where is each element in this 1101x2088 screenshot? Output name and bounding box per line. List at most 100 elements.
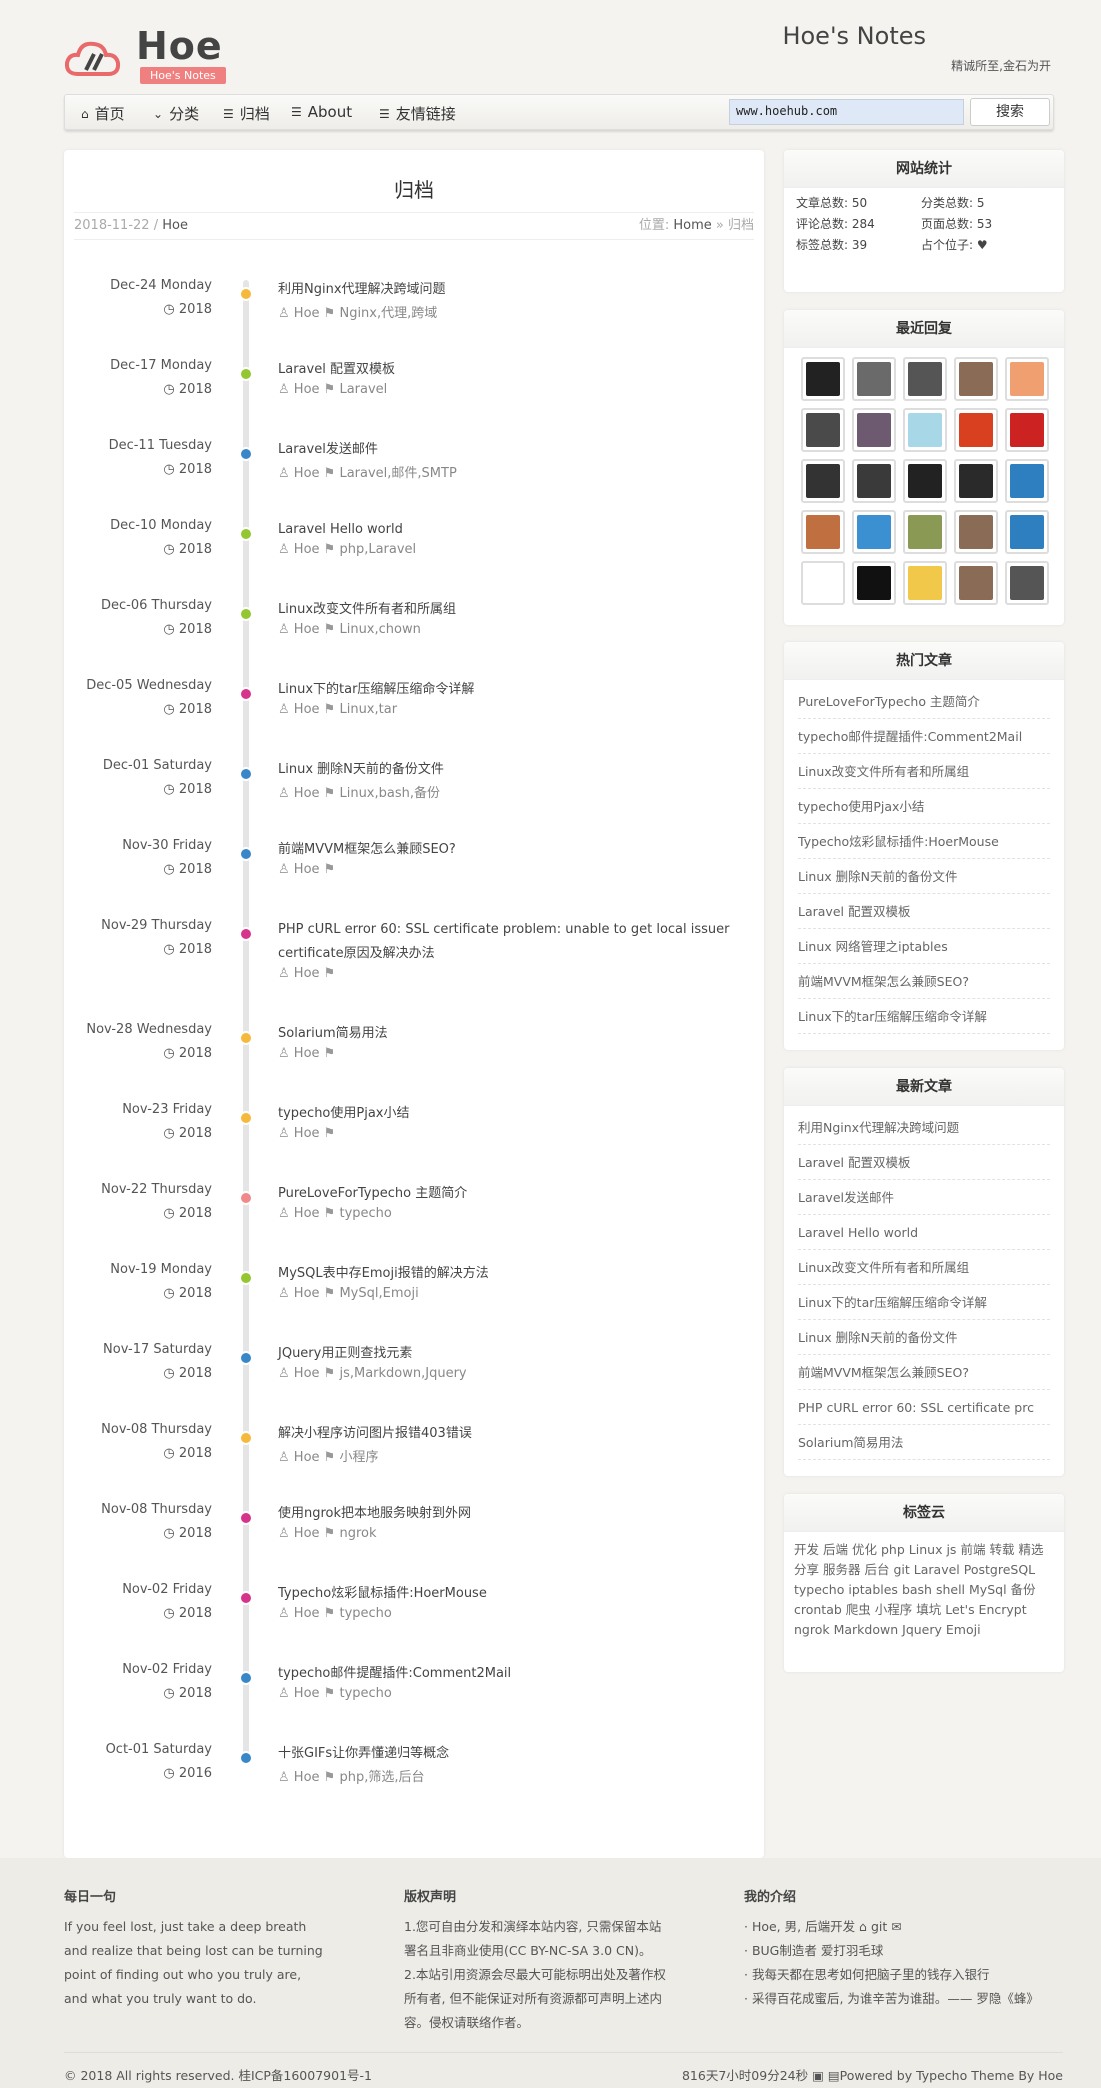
commenter-avatar[interactable] [954,408,998,452]
commenter-avatar[interactable] [903,357,947,401]
entry-title[interactable]: Solarium简易用法 [278,1022,758,1046]
commenter-avatar[interactable] [852,408,896,452]
entry-author[interactable]: Hoe [294,542,320,557]
entry-tags[interactable]: typecho [339,1686,391,1701]
entry-tags[interactable]: Linux,tar [339,702,397,717]
entry-tags[interactable]: typecho [339,1206,391,1221]
tag-link[interactable]: 前端 [960,1542,985,1557]
post-link[interactable]: typecho使用Pjax小结 [798,789,1050,824]
post-link[interactable]: Laravel 配置双模板 [798,894,1050,929]
entry-title[interactable]: Linux改变文件所有者和所属组 [278,598,758,622]
nav-item-links[interactable]: ☰ 友情链接 [379,103,456,124]
entry-tags[interactable]: Linux,chown [339,622,420,637]
tag-link[interactable]: git [894,1562,910,1577]
tag-link[interactable]: 后端 [823,1542,848,1557]
commenter-avatar[interactable] [903,510,947,554]
tag-link[interactable]: Let's Encrypt [945,1602,1026,1617]
tag-link[interactable]: Emoji [946,1622,981,1637]
post-link[interactable]: typecho邮件提醒插件:Comment2Mail [798,719,1050,754]
search-button[interactable]: 搜索 [970,98,1050,126]
tag-link[interactable]: 优化 [852,1542,877,1557]
footer-line[interactable]: · Hoe, 男, 后端开发 ⌂ git ✉ [744,1915,1039,1939]
nav-item-category[interactable]: ⌄ 分类 [153,103,199,124]
entry-title[interactable]: PHP cURL error 60: SSL certificate probl… [278,918,758,966]
tag-link[interactable]: 转载 [989,1542,1014,1557]
commenter-avatar[interactable] [852,459,896,503]
site-logo[interactable]: Hoe Hoe's Notes [64,24,234,84]
post-link[interactable]: Linux 删除N天前的备份文件 [798,859,1050,894]
entry-author[interactable]: Hoe [294,1450,320,1465]
commenter-avatar[interactable] [801,459,845,503]
entry-author[interactable]: Hoe [294,466,320,481]
meta-author[interactable]: Hoe [162,218,188,233]
commenter-avatar[interactable] [954,510,998,554]
entry-tags[interactable]: 小程序 [339,1450,378,1465]
entry-tags[interactable]: php,筛选,后台 [339,1770,424,1785]
tag-link[interactable]: 开发 [794,1542,819,1557]
post-link[interactable]: Laravel Hello world [798,1215,1050,1250]
post-link[interactable]: Linux改变文件所有者和所属组 [798,1250,1050,1285]
tag-link[interactable]: Markdown [834,1622,899,1637]
entry-tags[interactable]: Laravel,邮件,SMTP [339,466,456,481]
entry-title[interactable]: Linux下的tar压缩解压缩命令详解 [278,678,758,702]
post-link[interactable]: Laravel发送邮件 [798,1180,1050,1215]
tag-link[interactable]: Jquery [902,1622,942,1637]
entry-title[interactable]: 十张GIFs让你弄懂递归等概念 [278,1742,758,1766]
tag-link[interactable]: 小程序 [875,1602,913,1617]
entry-author[interactable]: Hoe [294,702,320,717]
commenter-avatar[interactable] [903,561,947,605]
entry-tags[interactable]: MySql,Emoji [339,1286,418,1301]
entry-tags[interactable]: php,Laravel [339,542,416,557]
entry-tags[interactable]: js,Markdown,Jquery [339,1366,466,1381]
nav-item-archive[interactable]: ☰ 归档 [223,103,270,124]
entry-title[interactable]: Typecho炫彩鼠标插件:HoerMouse [278,1582,758,1606]
commenter-avatar[interactable] [1005,510,1049,554]
entry-title[interactable]: Laravel发送邮件 [278,438,758,462]
tag-link[interactable]: 填坑 [916,1602,941,1617]
entry-author[interactable]: Hoe [294,1366,320,1381]
entry-title[interactable]: typecho邮件提醒插件:Comment2Mail [278,1662,758,1686]
entry-tags[interactable]: Linux,bash,备份 [339,786,440,801]
entry-title[interactable]: typecho使用Pjax小结 [278,1102,758,1126]
site-title[interactable]: Hoe's Notes [782,22,926,50]
post-link[interactable]: 前端MVVM框架怎么兼顾SEO? [798,1355,1050,1390]
post-link[interactable]: PureLoveForTypecho 主题简介 [798,684,1050,719]
post-link[interactable]: 利用Nginx代理解决跨域问题 [798,1110,1050,1145]
post-link[interactable]: Linux下的tar压缩解压缩命令详解 [798,1285,1050,1320]
tag-link[interactable]: 分享 [794,1562,819,1577]
entry-title[interactable]: 利用Nginx代理解决跨域问题 [278,278,758,302]
entry-author[interactable]: Hoe [294,1126,320,1141]
entry-author[interactable]: Hoe [294,786,320,801]
entry-author[interactable]: Hoe [294,862,320,877]
entry-title[interactable]: MySQL表中存Emoji报错的解决方法 [278,1262,758,1286]
entry-title[interactable]: PureLoveForTypecho 主题简介 [278,1182,758,1206]
commenter-avatar[interactable] [954,459,998,503]
entry-author[interactable]: Hoe [294,1770,320,1785]
commenter-avatar[interactable] [801,408,845,452]
entry-title[interactable]: 解决小程序访问图片报错403错误 [278,1422,758,1446]
tag-link[interactable]: PostgreSQL [964,1562,1035,1577]
tag-link[interactable]: bash [902,1582,932,1597]
entry-title[interactable]: JQuery用正则查找元素 [278,1342,758,1366]
commenter-avatar[interactable] [801,561,845,605]
tag-link[interactable]: crontab [794,1602,842,1617]
post-link[interactable]: Linux改变文件所有者和所属组 [798,754,1050,789]
tag-link[interactable]: shell [936,1582,965,1597]
entry-author[interactable]: Hoe [294,622,320,637]
tag-link[interactable]: 精选 [1018,1542,1043,1557]
breadcrumb-home[interactable]: Home [673,218,711,233]
commenter-avatar[interactable] [852,561,896,605]
post-link[interactable]: 前端MVVM框架怎么兼顾SEO? [798,964,1050,999]
tag-link[interactable]: MySql [969,1582,1007,1597]
tag-link[interactable]: typecho [794,1582,844,1597]
entry-author[interactable]: Hoe [294,1686,320,1701]
tag-link[interactable]: 后台 [865,1562,890,1577]
entry-title[interactable]: 使用ngrok把本地服务映射到外网 [278,1502,758,1526]
entry-title[interactable]: Linux 删除N天前的备份文件 [278,758,758,782]
post-link[interactable]: Linux 网络管理之iptables [798,929,1050,964]
commenter-avatar[interactable] [954,357,998,401]
tag-link[interactable]: 备份 [1011,1582,1036,1597]
post-link[interactable]: Solarium简易用法 [798,1425,1050,1460]
commenter-avatar[interactable] [903,408,947,452]
commenter-avatar[interactable] [1005,459,1049,503]
